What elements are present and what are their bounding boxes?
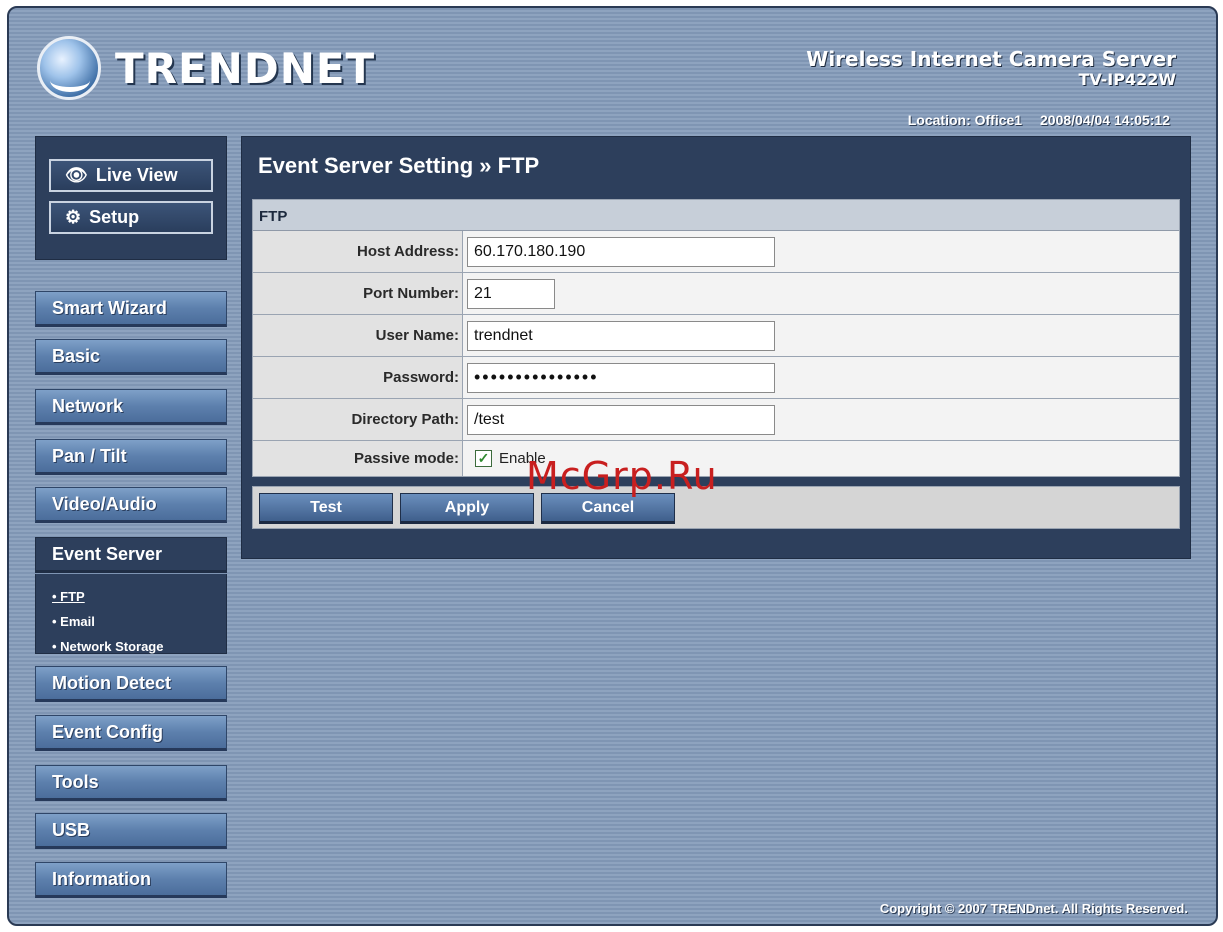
apply-button[interactable]: Apply [400, 493, 534, 524]
host-row: Host Address: 60.170.180.190 [253, 231, 1179, 273]
datetime-text: 2008/04/04 14:05:12 [1040, 112, 1170, 128]
port-label: Port Number: [253, 273, 463, 314]
host-label: Host Address: [253, 231, 463, 272]
port-number-input[interactable]: 21 [467, 278, 555, 309]
nav-smart-wizard[interactable]: Smart Wizard [35, 291, 227, 327]
user-name-input[interactable]: trendnet [467, 320, 775, 351]
nav-video-audio[interactable]: Video/Audio [35, 487, 227, 523]
location-text: Location: Office1 [907, 112, 1023, 128]
page-title: Event Server Setting » FTP [258, 153, 540, 178]
gears-icon: ⚙ [65, 207, 82, 227]
copyright: Copyright © 2007 TRENDnet. All Rights Re… [879, 901, 1188, 916]
nav-pan-tilt[interactable]: Pan / Tilt [35, 439, 227, 475]
setup-label: Setup [89, 207, 140, 227]
live-view-label: Live View [95, 165, 178, 185]
subnav-network-storage[interactable]: • Network Storage [52, 634, 226, 659]
location-bar: Location: Office1 2008/04/04 14:05:12 [908, 112, 1170, 128]
nav-usb[interactable]: USB [35, 813, 227, 849]
product-model: TV-IP422W [1078, 70, 1177, 89]
watermark: McGrp.Ru [526, 454, 718, 498]
ftp-form: FTP Host Address: 60.170.180.190 Port Nu… [252, 199, 1180, 477]
eye-icon: 👁 [65, 165, 88, 185]
event-server-subnav: • FTP • Email • Network Storage [35, 574, 227, 654]
password-input[interactable]: ••••••••••••••• [467, 362, 775, 393]
passive-mode-checkbox[interactable]: ✓ [475, 450, 492, 467]
nav-event-config[interactable]: Event Config [35, 715, 227, 751]
product-title: Wireless Internet Camera Server [806, 47, 1176, 71]
test-button[interactable]: Test [259, 493, 393, 524]
nav-information[interactable]: Information [35, 862, 227, 898]
setup-button[interactable]: ⚙ Setup [49, 201, 213, 234]
product-info: Wireless Internet Camera Server TV-IP422… [806, 48, 1176, 90]
password-label: Password: [253, 357, 463, 398]
logo-text: TRENDNET [115, 44, 376, 93]
directory-row: Directory Path: /test [253, 399, 1179, 441]
live-view-button[interactable]: 👁 Live View [49, 159, 213, 192]
port-row: Port Number: 21 [253, 273, 1179, 315]
directory-label: Directory Path: [253, 399, 463, 440]
host-address-input[interactable]: 60.170.180.190 [467, 236, 775, 267]
nav-motion-detect[interactable]: Motion Detect [35, 666, 227, 702]
nav-network[interactable]: Network [35, 389, 227, 425]
logo-globe-icon [37, 36, 101, 100]
subnav-email[interactable]: • Email [52, 609, 226, 634]
section-header: FTP [253, 200, 1179, 231]
view-mode-box: 👁 Live View ⚙ Setup [35, 136, 227, 260]
page-frame: TRENDNET Wireless Internet Camera Server… [7, 6, 1218, 926]
user-row: User Name: trendnet [253, 315, 1179, 357]
nav-event-server[interactable]: Event Server [35, 537, 227, 573]
passive-label: Passive mode: [253, 441, 463, 476]
user-label: User Name: [253, 315, 463, 356]
nav-tools[interactable]: Tools [35, 765, 227, 801]
directory-path-input[interactable]: /test [467, 404, 775, 435]
subnav-ftp[interactable]: • FTP [52, 584, 226, 609]
password-row: Password: ••••••••••••••• [253, 357, 1179, 399]
trendnet-logo: TRENDNET [37, 36, 374, 104]
nav-basic[interactable]: Basic [35, 339, 227, 375]
